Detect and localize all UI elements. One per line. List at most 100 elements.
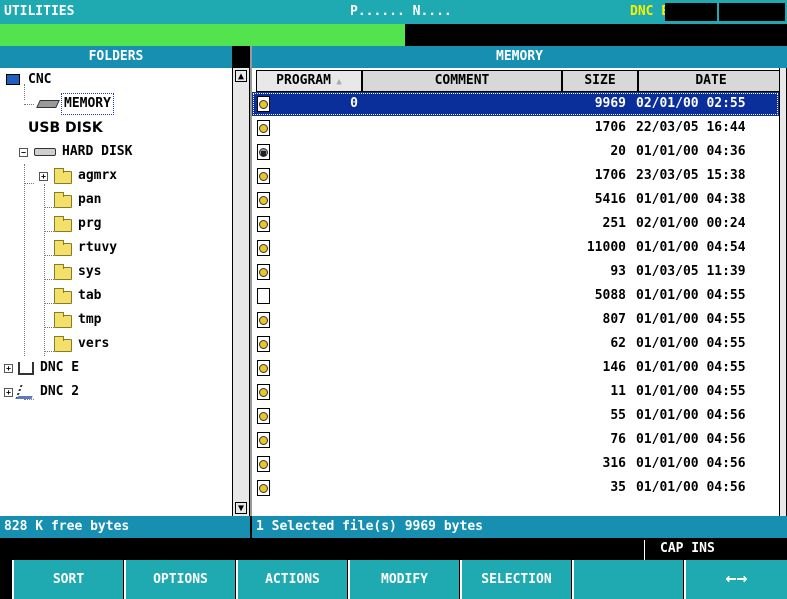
folder-icon — [54, 168, 72, 184]
locked-program-file-icon — [257, 144, 270, 160]
column-comment[interactable]: COMMENT — [362, 70, 562, 92]
file-size: 5088 — [594, 288, 626, 303]
expand-icon[interactable]: + — [39, 172, 48, 181]
table-row[interactable]: 11 01/01/00 04:55 — [252, 380, 779, 404]
column-program[interactable]: PROGRAM ▲ — [256, 70, 362, 92]
table-row[interactable]: 62 01/01/00 04:55 — [252, 332, 779, 356]
tree-connector — [24, 164, 25, 356]
actions-button[interactable]: ACTIONS — [236, 560, 347, 599]
program-file-icon — [257, 96, 270, 112]
file-date: 01/01/00 04:36 — [636, 144, 746, 159]
table-row[interactable]: 35 01/01/00 04:56 — [252, 476, 779, 500]
status-box-1 — [665, 3, 717, 21]
options-button[interactable]: OPTIONS — [124, 560, 235, 599]
divider — [644, 540, 645, 560]
table-header: PROGRAM ▲ COMMENT SIZE DATE — [252, 70, 779, 92]
title-bar: UTILITIES P...... N.... DNC E — [0, 0, 787, 24]
program-file-icon — [257, 336, 270, 352]
program-indicator: P...... N.... — [350, 4, 452, 19]
file-date: 01/01/00 04:38 — [636, 192, 746, 207]
column-label: DATE — [695, 73, 727, 88]
tree-connector — [24, 104, 34, 105]
file-size: 146 — [602, 360, 626, 375]
folder-icon — [54, 288, 72, 304]
column-label: PROGRAM — [276, 73, 331, 88]
file-date: 01/01/00 04:55 — [636, 336, 746, 351]
file-size: 316 — [602, 456, 626, 471]
program-file-icon — [257, 408, 270, 424]
file-date: 01/01/00 04:55 — [636, 360, 746, 375]
folder-icon — [54, 216, 72, 232]
table-row[interactable]: 5088 01/01/00 04:55 — [252, 284, 779, 308]
file-size: 251 — [602, 216, 626, 231]
tree-item-label: rtuvy — [78, 240, 118, 255]
table-row[interactable]: 316 01/01/00 04:56 — [252, 452, 779, 476]
file-date: 02/01/00 00:24 — [636, 216, 746, 231]
program-table[interactable]: PROGRAM ▲ COMMENT SIZE DATE 0 9969 02/01… — [252, 68, 779, 516]
file-date: 01/01/00 04:54 — [636, 240, 746, 255]
folder-icon — [54, 336, 72, 352]
folders-header: FOLDERS — [0, 46, 232, 68]
free-space-status: 828 K free bytes — [0, 516, 250, 538]
table-row[interactable]: 11000 01/01/00 04:54 — [252, 236, 779, 260]
file-date: 01/01/00 04:55 — [636, 384, 746, 399]
tree-connector — [24, 399, 34, 400]
selection-button[interactable]: SELECTION — [460, 560, 571, 599]
program-file-icon — [257, 120, 270, 136]
tree-item-label: vers — [78, 336, 110, 351]
tree-connector — [44, 184, 45, 356]
file-size: 1706 — [594, 168, 626, 183]
table-row[interactable]: 55 01/01/00 04:56 — [252, 404, 779, 428]
file-size: 9969 — [594, 96, 626, 111]
table-row[interactable]: 146 01/01/00 04:55 — [252, 356, 779, 380]
file-date: 02/01/00 02:55 — [636, 96, 746, 111]
expand-icon[interactable]: + — [4, 388, 13, 397]
file-size: 76 — [610, 432, 626, 447]
file-size: 62 — [610, 336, 626, 351]
tree-connector — [44, 231, 54, 232]
scroll-down-icon[interactable]: ▼ — [235, 502, 247, 514]
program-file-icon — [257, 168, 270, 184]
sort-button[interactable]: SORT — [12, 560, 123, 599]
column-size[interactable]: SIZE — [562, 70, 638, 92]
empty-softkey[interactable] — [572, 560, 683, 599]
switch-panel-icon[interactable]: ←→ — [684, 560, 787, 599]
folder-icon — [54, 312, 72, 328]
table-row[interactable]: 5416 01/01/00 04:38 — [252, 188, 779, 212]
expand-icon[interactable]: + — [4, 364, 13, 373]
file-date: 01/03/05 11:39 — [636, 264, 746, 279]
modify-button[interactable]: MODIFY — [348, 560, 459, 599]
scroll-up-icon[interactable]: ▲ — [235, 70, 247, 82]
table-row[interactable]: 76 01/01/00 04:56 — [252, 428, 779, 452]
file-size: 807 — [602, 312, 626, 327]
collapse-icon[interactable]: − — [19, 148, 28, 157]
file-size: 11 — [610, 384, 626, 399]
table-row[interactable]: 1706 23/03/05 15:38 — [252, 164, 779, 188]
folder-tree[interactable]: CNC MEMORY USB DISK − HARD DISK + agmrx … — [0, 68, 232, 516]
folders-scrollbar[interactable]: ▲ ▼ — [232, 68, 250, 516]
file-size: 93 — [610, 264, 626, 279]
message-indicator — [0, 24, 405, 46]
column-date[interactable]: DATE — [638, 70, 779, 92]
file-size: 1706 — [594, 120, 626, 135]
file-date: 01/01/00 04:56 — [636, 480, 746, 495]
blank-file-icon — [257, 288, 270, 304]
table-row[interactable]: 1706 22/03/05 16:44 — [252, 116, 779, 140]
program-file-icon — [257, 264, 270, 280]
message-bar — [0, 24, 787, 46]
memory-scrollbar[interactable] — [779, 68, 787, 516]
keyboard-status-bar: CAP INS — [0, 538, 787, 560]
tree-item-label: agmrx — [78, 168, 118, 183]
softkey-bar: SORT OPTIONS ACTIONS MODIFY SELECTION ←→ — [0, 560, 787, 599]
tree-item-label: sys — [78, 264, 102, 279]
tree-item-label: MEMORY — [61, 93, 114, 115]
tree-connector — [24, 84, 25, 100]
column-label: COMMENT — [434, 73, 490, 88]
table-row[interactable]: 0 9969 02/01/00 02:55 — [252, 92, 779, 116]
table-row[interactable]: 20 01/01/00 04:36 — [252, 140, 779, 164]
table-row[interactable]: 251 02/01/00 00:24 — [252, 212, 779, 236]
table-row[interactable]: 93 01/03/05 11:39 — [252, 260, 779, 284]
tree-item-label: tmp — [78, 312, 102, 327]
table-row[interactable]: 807 01/01/00 04:55 — [252, 308, 779, 332]
file-size: 55 — [610, 408, 626, 423]
